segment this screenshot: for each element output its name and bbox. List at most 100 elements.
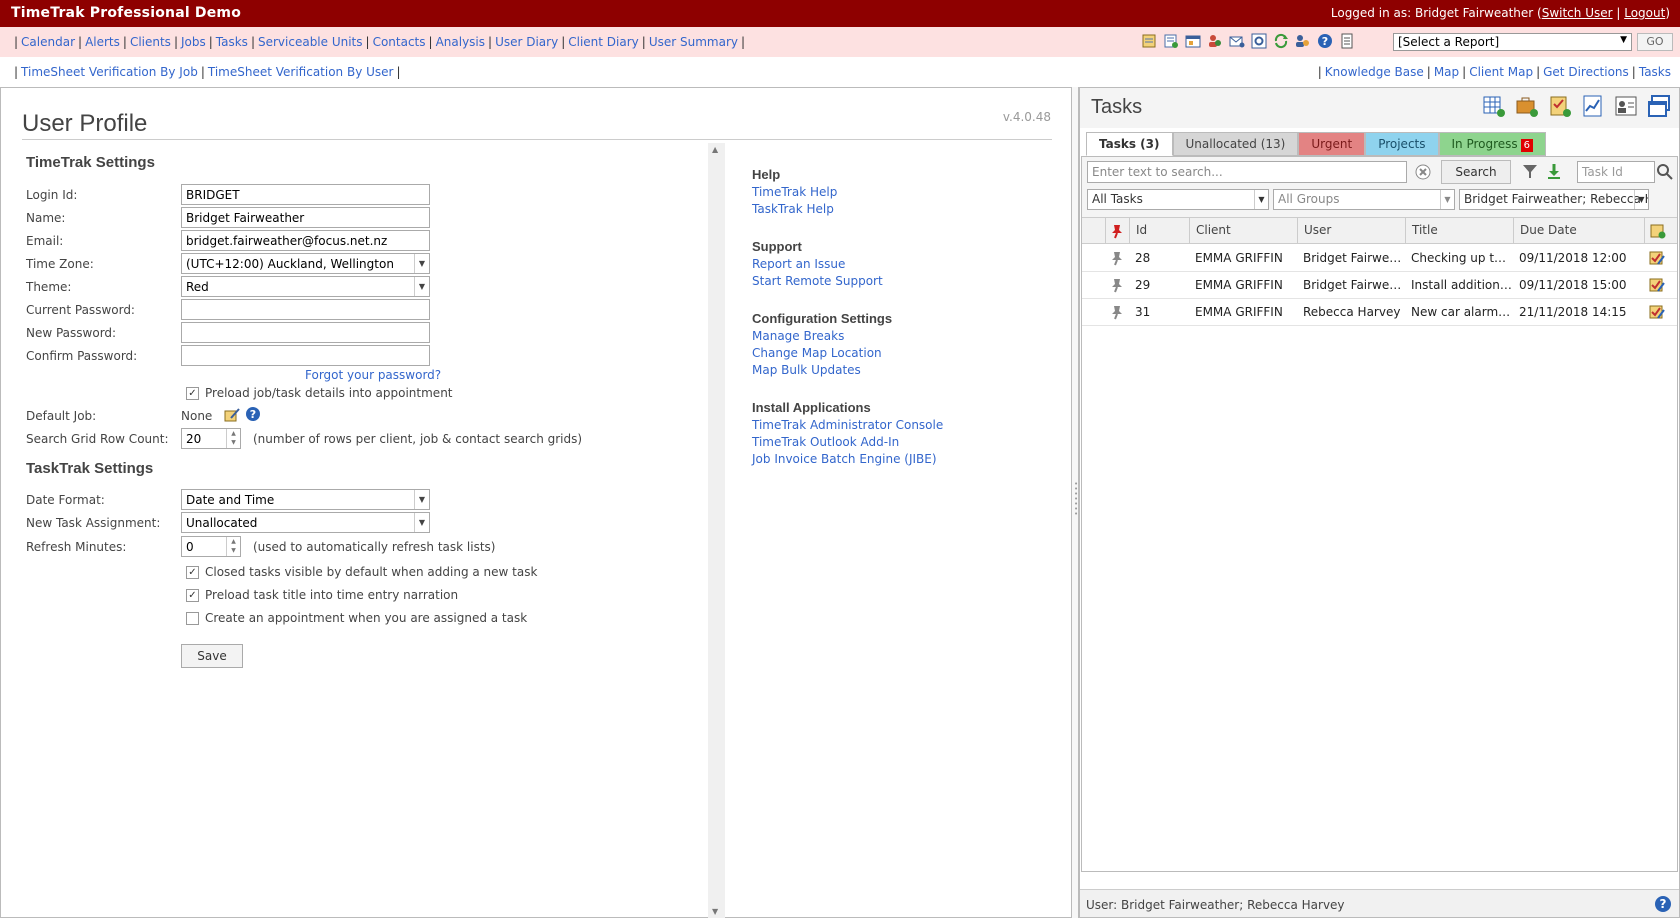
pin-column-header[interactable] bbox=[1105, 218, 1129, 243]
spinner-arrows-icon[interactable]: ▲ ▼ bbox=[226, 537, 240, 556]
download-icon[interactable] bbox=[1546, 163, 1562, 182]
change-map-location-link[interactable]: Change Map Location bbox=[752, 346, 882, 360]
scroll-up-icon[interactable]: ▲ bbox=[712, 145, 718, 154]
edit-task-icon[interactable] bbox=[1646, 299, 1674, 325]
jibe-link[interactable]: Job Invoice Batch Engine (JIBE) bbox=[752, 452, 937, 466]
edit-task-icon[interactable] bbox=[1646, 272, 1674, 298]
new-task-assignment-select[interactable]: Unallocated ▼ bbox=[181, 512, 430, 533]
settings-icon[interactable] bbox=[1250, 32, 1268, 50]
tab-projects[interactable]: Projects bbox=[1365, 132, 1439, 156]
pin-icon[interactable] bbox=[1105, 299, 1129, 325]
group-select[interactable]: All Groups ▼ bbox=[1273, 189, 1455, 210]
profile-scrollbar[interactable]: ▲ ▼ bbox=[708, 143, 725, 918]
forgot-password-link[interactable]: Forgot your password? bbox=[305, 368, 441, 382]
document-icon[interactable] bbox=[1338, 32, 1356, 50]
task-type-select[interactable]: All Tasks ▼ bbox=[1087, 189, 1269, 210]
knowledge-base-link[interactable]: Knowledge Base bbox=[1325, 65, 1424, 79]
filter-icon[interactable] bbox=[1522, 163, 1538, 182]
email-input[interactable]: bridget.fairweather@focus.net.nz bbox=[181, 230, 430, 251]
report-select[interactable]: [Select a Report] ▼ bbox=[1393, 33, 1632, 51]
help-icon[interactable]: ? bbox=[245, 406, 261, 425]
grid-add-icon[interactable] bbox=[1482, 94, 1506, 118]
search-icon[interactable] bbox=[1656, 163, 1674, 184]
tasktrak-help-link[interactable]: TaskTrak Help bbox=[752, 202, 834, 216]
confirm-password-input[interactable] bbox=[181, 345, 430, 366]
checklist-add-icon[interactable] bbox=[1548, 94, 1572, 118]
id-column-header[interactable]: Id bbox=[1129, 218, 1189, 243]
menu-user-diary[interactable]: User Diary bbox=[495, 35, 558, 49]
preload-job-checkbox[interactable]: ✓ bbox=[186, 387, 199, 400]
tab-unallocated[interactable]: Unallocated (13) bbox=[1172, 132, 1299, 156]
timetrak-help-link[interactable]: TimeTrak Help bbox=[752, 185, 837, 199]
task-search-input[interactable]: Enter text to search... bbox=[1087, 161, 1407, 183]
user-column-header[interactable]: User bbox=[1297, 218, 1405, 243]
manage-breaks-link[interactable]: Manage Breaks bbox=[752, 329, 844, 343]
chart-icon[interactable] bbox=[1581, 94, 1605, 118]
closed-tasks-checkbox[interactable]: ✓ bbox=[186, 566, 199, 579]
switch-user-link[interactable]: Switch User bbox=[1542, 6, 1613, 20]
due-date-column-header[interactable]: Due Date bbox=[1513, 218, 1644, 243]
menu-serviceable-units[interactable]: Serviceable Units bbox=[258, 35, 363, 49]
client-column-header[interactable]: Client bbox=[1189, 218, 1297, 243]
menu-alerts[interactable]: Alerts bbox=[85, 35, 120, 49]
get-directions-link[interactable]: Get Directions bbox=[1543, 65, 1629, 79]
edit-job-icon[interactable] bbox=[223, 406, 241, 427]
help-icon[interactable]: ? bbox=[1316, 32, 1334, 50]
user-select[interactable]: Bridget Fairweather; Rebecca Harvey▼ bbox=[1459, 189, 1649, 210]
task-search-button[interactable]: Search bbox=[1441, 160, 1511, 184]
map-link[interactable]: Map bbox=[1434, 65, 1459, 79]
menu-analysis[interactable]: Analysis bbox=[436, 35, 485, 49]
theme-select[interactable]: Red ▼ bbox=[181, 276, 430, 297]
go-button[interactable]: GO bbox=[1637, 33, 1673, 51]
timesheet-icon[interactable] bbox=[1140, 32, 1158, 50]
window-restore-icon[interactable] bbox=[1647, 94, 1671, 118]
time-zone-select[interactable]: (UTC+12:00) Auckland, Wellington ▼ bbox=[181, 253, 430, 274]
users-icon[interactable] bbox=[1294, 32, 1312, 50]
date-format-select[interactable]: Date and Time ▼ bbox=[181, 489, 430, 510]
title-column-header[interactable]: Title bbox=[1405, 218, 1513, 243]
timesheet-verification-by-job-link[interactable]: TimeSheet Verification By Job bbox=[21, 65, 198, 79]
name-input[interactable]: Bridget Fairweather bbox=[181, 207, 430, 228]
outlook-addin-link[interactable]: TimeTrak Outlook Add-In bbox=[752, 435, 899, 449]
remote-support-link[interactable]: Start Remote Support bbox=[752, 274, 883, 288]
menu-clients[interactable]: Clients bbox=[130, 35, 171, 49]
tab-urgent[interactable]: Urgent bbox=[1298, 132, 1366, 156]
preload-title-checkbox[interactable]: ✓ bbox=[186, 589, 199, 602]
refresh-minutes-stepper[interactable]: 0 ▲ ▼ bbox=[181, 536, 241, 557]
contacts-icon[interactable] bbox=[1206, 32, 1224, 50]
create-appointment-checkbox[interactable] bbox=[186, 612, 199, 625]
menu-tasks[interactable]: Tasks bbox=[216, 35, 248, 49]
add-task-column-header[interactable] bbox=[1644, 218, 1677, 243]
user-card-icon[interactable] bbox=[1614, 94, 1638, 118]
logout-link[interactable]: Logout bbox=[1624, 6, 1665, 20]
task-id-input[interactable]: Task Id bbox=[1577, 161, 1655, 183]
search-grid-row-count-stepper[interactable]: 20 ▲ ▼ bbox=[181, 428, 241, 449]
current-password-input[interactable] bbox=[181, 299, 430, 320]
menu-user-summary[interactable]: User Summary bbox=[649, 35, 738, 49]
panel-splitter[interactable]: • • • • • • • bbox=[1071, 87, 1079, 918]
table-row[interactable]: 29 EMMA GRIFFIN Bridget Fairweather Inst… bbox=[1082, 272, 1677, 299]
pin-icon[interactable] bbox=[1105, 245, 1129, 271]
tab-tasks[interactable]: Tasks (3) bbox=[1086, 132, 1173, 156]
menu-calendar[interactable]: Calendar bbox=[21, 35, 75, 49]
briefcase-add-icon[interactable] bbox=[1515, 94, 1539, 118]
new-password-input[interactable] bbox=[181, 322, 430, 343]
table-row[interactable]: 28 EMMA GRIFFIN Bridget Fairweather Chec… bbox=[1082, 245, 1677, 272]
refresh-icon[interactable] bbox=[1272, 32, 1290, 50]
client-map-link[interactable]: Client Map bbox=[1469, 65, 1533, 79]
save-button[interactable]: Save bbox=[181, 644, 243, 668]
menu-client-diary[interactable]: Client Diary bbox=[568, 35, 639, 49]
help-icon[interactable]: ? bbox=[1654, 895, 1672, 916]
mail-icon[interactable] bbox=[1228, 32, 1246, 50]
spinner-arrows-icon[interactable]: ▲ ▼ bbox=[226, 429, 240, 448]
menu-jobs[interactable]: Jobs bbox=[181, 35, 206, 49]
pin-icon[interactable] bbox=[1105, 272, 1129, 298]
tab-in-progress[interactable]: In Progress 6 bbox=[1438, 132, 1547, 156]
report-issue-link[interactable]: Report an Issue bbox=[752, 257, 845, 271]
scroll-down-icon[interactable]: ▼ bbox=[712, 907, 718, 916]
edit-task-icon[interactable] bbox=[1646, 245, 1674, 271]
login-id-input[interactable]: BRIDGET bbox=[181, 184, 430, 205]
clear-search-icon[interactable] bbox=[1415, 164, 1431, 183]
tasks-link[interactable]: Tasks bbox=[1639, 65, 1671, 79]
job-list-icon[interactable] bbox=[1162, 32, 1180, 50]
